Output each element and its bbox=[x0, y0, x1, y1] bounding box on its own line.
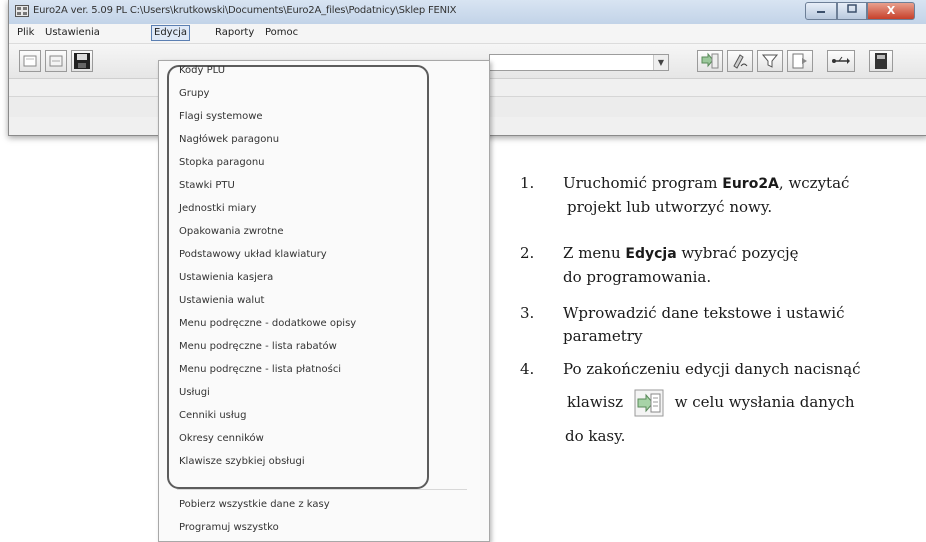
menu-item-kody-plu[interactable]: Kody PLU bbox=[179, 65, 225, 76]
signature-icon bbox=[733, 54, 748, 69]
edycja-dropdown-menu: Kody PLU Grupy Flagi systemowe Nagłówek … bbox=[158, 60, 490, 542]
usb-icon bbox=[832, 56, 850, 64]
step-text: Wprowadzić dane tekstowe i ustawić param… bbox=[563, 302, 923, 348]
window-controls: X bbox=[805, 2, 917, 20]
step-text-line1: Po zakończeniu edycji danych nacisnąć bbox=[563, 360, 861, 378]
send-data-icon bbox=[634, 389, 664, 417]
menu-ustawienia[interactable]: Ustawienia bbox=[45, 27, 100, 38]
document-arrow-button[interactable] bbox=[787, 50, 813, 72]
signature-button[interactable] bbox=[727, 50, 753, 72]
step-number: 1. bbox=[520, 174, 535, 192]
new-file-icon bbox=[23, 55, 37, 67]
menu-item-flagi-systemowe[interactable]: Flagi systemowe bbox=[179, 111, 263, 122]
step-text-part: Z menu bbox=[563, 244, 626, 262]
menu-item-programuj-wszystko[interactable]: Programuj wszystko bbox=[179, 522, 279, 533]
document-arrow-icon bbox=[792, 53, 807, 69]
menu-item-naglowek-paragonu[interactable]: Nagłówek paragonu bbox=[179, 134, 279, 145]
step-text-part: klawisz bbox=[567, 393, 624, 411]
menu-item-okresy-cennikow[interactable]: Okresy cenników bbox=[179, 433, 264, 444]
open-file-button[interactable] bbox=[45, 50, 67, 72]
step-text-part: , wczytać bbox=[778, 174, 850, 192]
open-file-icon bbox=[49, 55, 63, 67]
menu-item-pobierz-wszystkie-dane[interactable]: Pobierz wszystkie dane z kasy bbox=[179, 499, 330, 510]
menu-pomoc[interactable]: Pomoc bbox=[265, 27, 298, 38]
menu-edycja[interactable]: Edycja bbox=[151, 25, 190, 41]
menu-item-uslugi[interactable]: Usługi bbox=[179, 387, 210, 398]
menu-item-ustawienia-walut[interactable]: Ustawienia walut bbox=[179, 295, 264, 306]
menu-item-jednostki-miary[interactable]: Jednostki miary bbox=[179, 203, 256, 214]
menu-item-stawki-ptu[interactable]: Stawki PTU bbox=[179, 180, 235, 191]
window-title: Euro2A ver. 5.09 PL C:\Users\krutkowski\… bbox=[33, 5, 457, 16]
menu-item-ustawienia-kasjera[interactable]: Ustawienia kasjera bbox=[179, 272, 273, 283]
step-number: 3. bbox=[520, 304, 535, 322]
toolbar-combo-select[interactable]: ▼ bbox=[489, 54, 669, 71]
menu-item-dodatkowe-opisy[interactable]: Menu podręczne - dodatkowe opisy bbox=[179, 318, 356, 329]
close-button[interactable]: X bbox=[867, 2, 915, 20]
step-bold-text: Edycja bbox=[625, 246, 677, 262]
step-text-line3: do kasy. bbox=[565, 427, 626, 445]
step-number: 4. bbox=[520, 360, 535, 378]
minimize-button[interactable] bbox=[805, 2, 837, 20]
app-icon bbox=[15, 5, 29, 17]
step-text-line1: Wprowadzić dane tekstowe i ustawić bbox=[563, 304, 845, 322]
step-text-part: w celu wysłania danych bbox=[674, 393, 855, 411]
filter-button[interactable] bbox=[757, 50, 783, 72]
menu-plik[interactable]: Plik bbox=[17, 27, 34, 38]
save-button[interactable] bbox=[71, 50, 93, 72]
title-bar: Euro2A ver. 5.09 PL C:\Users\krutkowski\… bbox=[9, 0, 926, 24]
step-text-line2: projekt lub utworzyć nowy. bbox=[567, 198, 773, 216]
book-icon bbox=[875, 53, 887, 69]
menu-item-grupy[interactable]: Grupy bbox=[179, 88, 209, 99]
step-number: 2. bbox=[520, 244, 535, 262]
chevron-down-icon[interactable]: ▼ bbox=[653, 55, 668, 70]
minimize-icon bbox=[817, 11, 825, 13]
menu-item-podstawowy-uklad-klawiatury[interactable]: Podstawowy układ klawiatury bbox=[179, 249, 327, 260]
book-button[interactable] bbox=[869, 50, 893, 72]
menu-raporty[interactable]: Raporty bbox=[215, 27, 254, 38]
menu-item-cenniki-uslug[interactable]: Cenniki usług bbox=[179, 410, 246, 421]
menu-separator bbox=[177, 489, 467, 490]
send-data-button[interactable] bbox=[697, 50, 723, 72]
filter-icon bbox=[761, 54, 779, 68]
step-text-line2: do programowania. bbox=[563, 268, 712, 286]
menu-item-lista-rabatow[interactable]: Menu podręczne - lista rabatów bbox=[179, 341, 337, 352]
new-file-button[interactable] bbox=[19, 50, 41, 72]
step-text: Uruchomić program Euro2A, wczytać projek… bbox=[563, 172, 923, 219]
menu-item-klawisze-szybkiej-obslugi[interactable]: Klawisze szybkiej obsługi bbox=[179, 456, 305, 467]
save-icon bbox=[74, 53, 90, 69]
menu-item-lista-platnosci[interactable]: Menu podręczne - lista płatności bbox=[179, 364, 341, 375]
menu-item-stopka-paragonu[interactable]: Stopka paragonu bbox=[179, 157, 265, 168]
step-bold-text: Euro2A bbox=[722, 176, 779, 192]
maximize-icon bbox=[847, 4, 857, 13]
menu-bar: Plik Ustawienia Edycja Raporty Pomoc bbox=[9, 24, 926, 44]
menu-item-opakowania-zwrotne[interactable]: Opakowania zwrotne bbox=[179, 226, 283, 237]
step-text-part: Uruchomić program bbox=[563, 174, 723, 192]
step-text-line2: parametry bbox=[563, 327, 643, 345]
send-data-icon bbox=[701, 52, 719, 69]
maximize-button[interactable] bbox=[837, 2, 867, 20]
usb-button[interactable] bbox=[827, 50, 855, 72]
step-text: Z menu Edycja wybrać pozycję do programo… bbox=[563, 242, 923, 289]
close-icon: X bbox=[886, 4, 896, 17]
step-text-part: wybrać pozycję bbox=[676, 244, 799, 262]
step-text: Po zakończeniu edycji danych nacisnąć kl… bbox=[563, 358, 923, 448]
